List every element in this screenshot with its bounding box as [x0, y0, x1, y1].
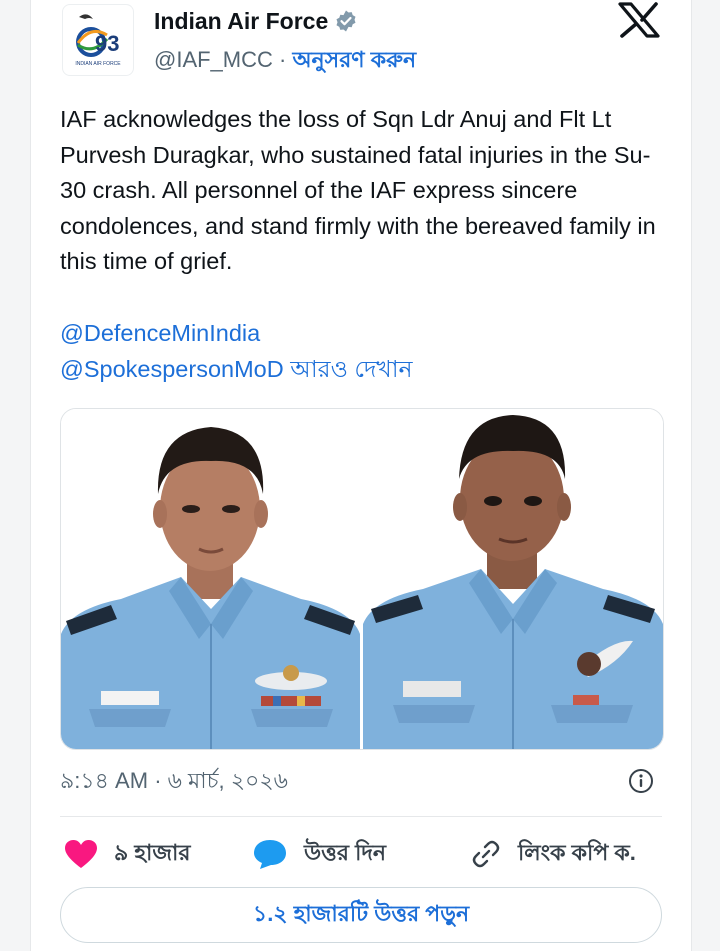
tweet-media[interactable] [60, 408, 664, 750]
copy-link-label: লিংক কপি ক. [518, 839, 636, 865]
reply-button[interactable]: উত্তর দিন [252, 834, 386, 874]
handle-separator: · [279, 47, 287, 72]
x-logo-icon[interactable] [618, 2, 660, 38]
link-icon [472, 840, 500, 868]
reply-bubble-icon [254, 840, 286, 869]
copy-link-button[interactable]: লিংক কপি ক. [470, 834, 636, 874]
account-name-row[interactable]: Indian Air Force [154, 6, 358, 36]
tweet-date: ৬ মার্চ, ২০২৬ [167, 768, 288, 793]
divider [60, 816, 662, 817]
portrait-left-image [61, 409, 360, 749]
photo-right[interactable] [363, 409, 663, 749]
tweet-timestamp[interactable]: ৯:১৪ AM · ৬ মার্চ, ২০২৬ [60, 764, 288, 801]
info-icon[interactable] [628, 768, 654, 794]
tweet-time: ৯:১৪ AM [60, 768, 149, 793]
account-handle-row: @IAF_MCC · অনুসরণ করুন [154, 43, 416, 80]
tweet-actions: ৯ হাজার উত্তর দিন লিংক কপি ক. [60, 834, 662, 874]
read-replies-label: ১.২ হাজারটি উত্তর পড়ুন [252, 900, 470, 926]
iaf-93-logo-icon: 93 INDIAN AIR FORCE [75, 14, 121, 67]
account-name[interactable]: Indian Air Force [154, 8, 328, 35]
portrait-right-image [363, 409, 663, 749]
read-replies-button[interactable]: ১.২ হাজারটি উত্তর পড়ুন [60, 887, 662, 943]
tweet-mentions: @DefenceMinIndia @SpokespersonMoD আরও দে… [60, 315, 413, 387]
tweet-text: IAF acknowledges the loss of Sqn Ldr Anu… [60, 106, 656, 274]
logo-number: 93 [95, 31, 119, 56]
account-handle[interactable]: @IAF_MCC [154, 47, 273, 72]
like-button[interactable]: ৯ হাজার [64, 834, 191, 874]
tweet-card: 93 INDIAN AIR FORCE Indian Air Force @IA… [30, 0, 692, 951]
mention-spokesperson-mod[interactable]: @SpokespersonMoD [60, 356, 284, 382]
photo-left[interactable] [61, 409, 360, 749]
logo-caption: INDIAN AIR FORCE [75, 61, 121, 67]
like-count: ৯ হাজার [114, 839, 191, 865]
timestamp-separator: · [154, 768, 162, 793]
mention-defence-min-india[interactable]: @DefenceMinIndia [60, 320, 260, 346]
heart-icon [65, 840, 97, 868]
reply-label: উত্তর দিন [304, 839, 387, 865]
show-more-link[interactable]: আরও দেখান [290, 356, 412, 382]
verified-badge-icon [336, 10, 356, 32]
follow-button[interactable]: অনুসরণ করুন [292, 47, 416, 72]
account-avatar[interactable]: 93 INDIAN AIR FORCE [62, 4, 134, 76]
